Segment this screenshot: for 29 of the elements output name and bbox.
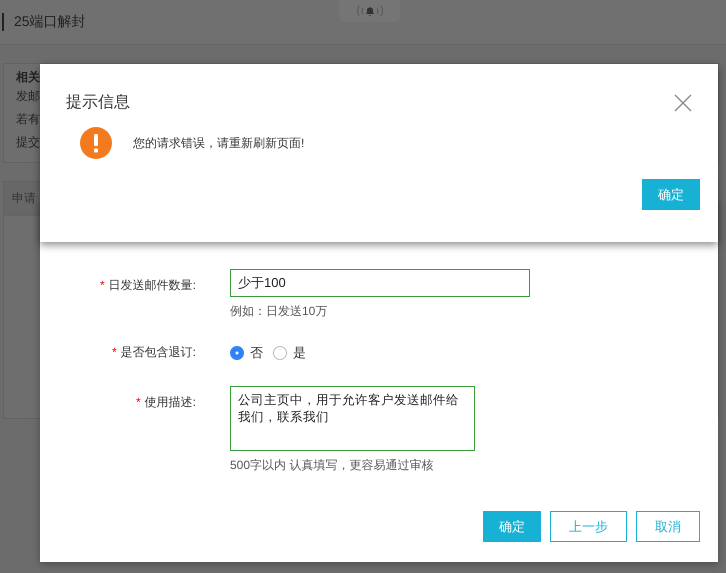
info-text: 若有 (16, 111, 40, 128)
info-text: 提交 (16, 134, 40, 151)
alert-title: 提示信息 (66, 93, 130, 113)
required-mark: * (100, 278, 105, 292)
text-area[interactable]: 公司主页中，用于允许客户发送邮件给我们，联系我们 (230, 386, 475, 451)
dialog-button[interactable]: 确定 (483, 511, 541, 542)
required-mark: * (136, 395, 141, 409)
required-mark: * (112, 345, 117, 359)
field-hint: 例如：日发送10万 (230, 303, 328, 320)
dialog-button[interactable]: 上一步 (550, 511, 627, 542)
field-hint: 500字以内 认真填写，更容易通过审核 (230, 457, 434, 474)
notification-tab[interactable] (339, 0, 400, 22)
close-icon[interactable] (674, 94, 692, 112)
info-text: 发邮 (16, 88, 40, 105)
input-field[interactable]: 少于100 (230, 269, 530, 297)
warning-icon (80, 127, 112, 159)
bell-icon (354, 4, 384, 18)
dialog-button[interactable]: 取消 (636, 511, 700, 542)
alert-message: 您的请求错误，请重新刷新页面! (133, 134, 304, 152)
field-label: 是否包含退订: (120, 345, 196, 359)
radio-label: 是 (293, 344, 306, 362)
field-label: 使用描述: (144, 395, 196, 409)
confirm-button[interactable]: 确定 (642, 179, 700, 210)
radio-label: 否 (250, 344, 263, 362)
radio-button[interactable] (230, 346, 244, 360)
info-text: 相关 (16, 69, 40, 86)
radio-button[interactable] (273, 346, 287, 360)
field-label: 日发送邮件数量: (108, 278, 196, 292)
page-title: 25端口解封 (2, 13, 86, 31)
